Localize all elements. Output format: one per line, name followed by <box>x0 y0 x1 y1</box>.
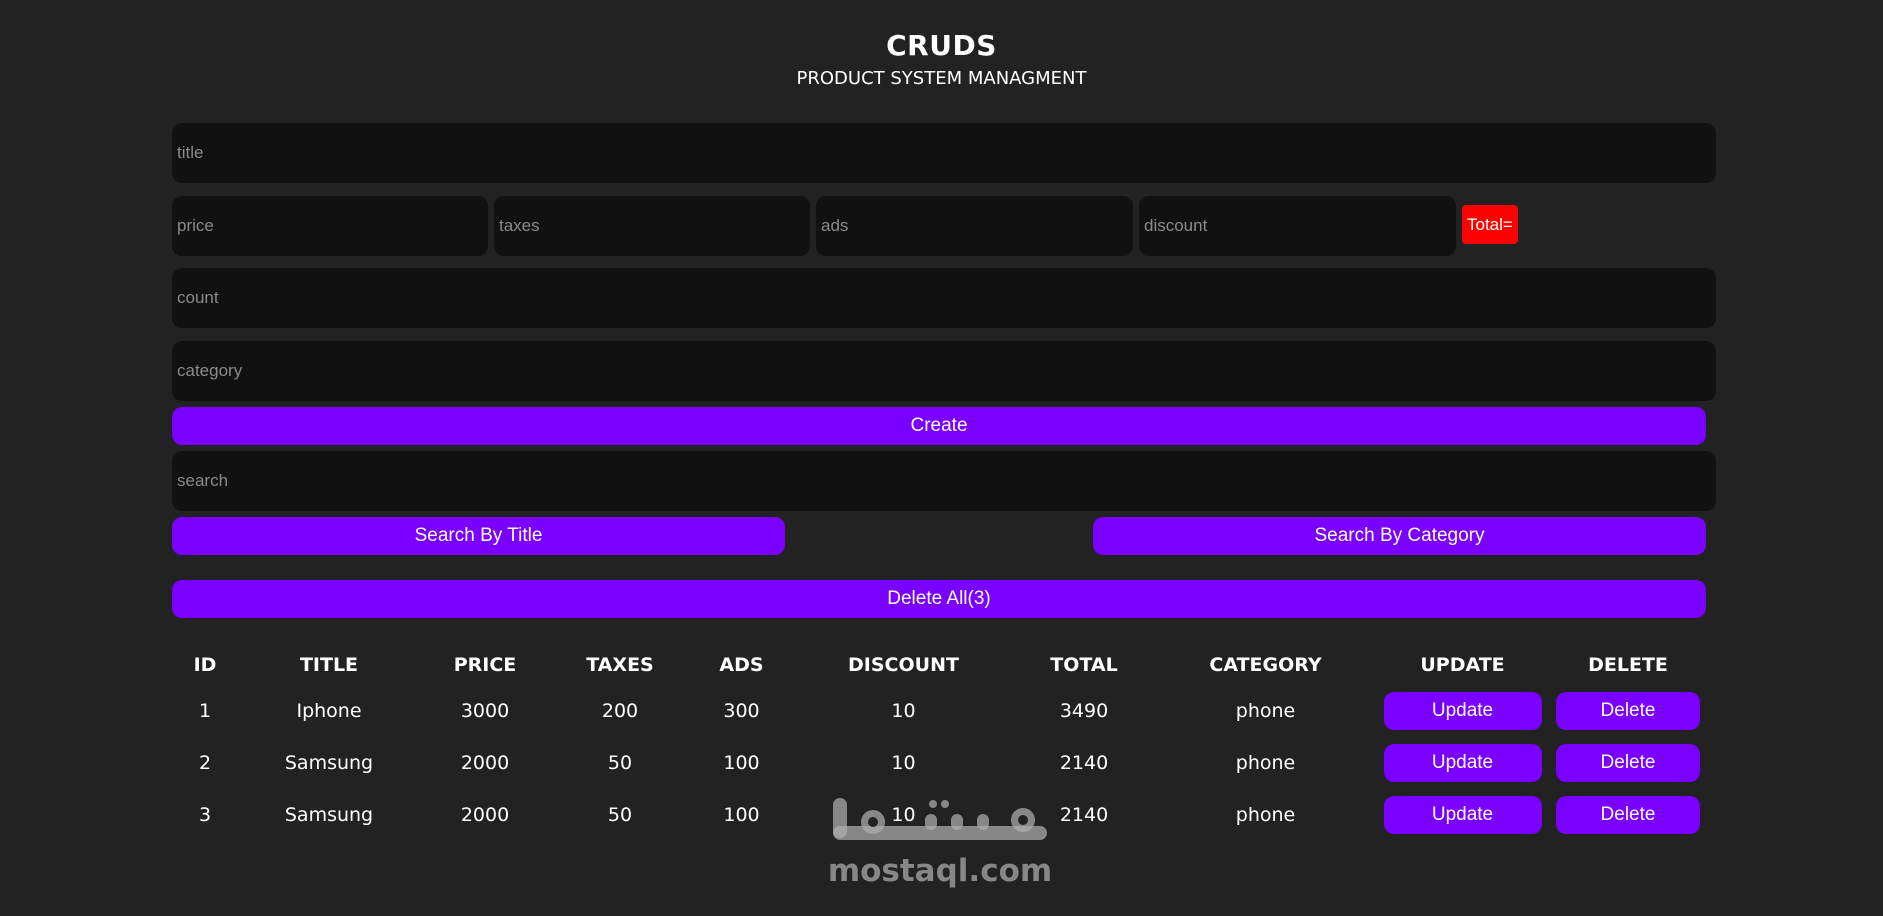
total-badge: Total= <box>1462 205 1518 244</box>
search-by-category-button[interactable]: Search By Category <box>1093 517 1706 555</box>
products-table: ID TITLE PRICE TAXES ADS DISCOUNT TOTAL … <box>172 645 1708 841</box>
cell-delete: Delete <box>1548 737 1708 789</box>
cell-delete: Delete <box>1548 789 1708 841</box>
create-button[interactable]: Create <box>172 407 1706 445</box>
header-delete: DELETE <box>1588 654 1668 676</box>
update-button[interactable]: Update <box>1383 692 1542 730</box>
cell-taxes: 200 <box>601 700 639 722</box>
header-taxes: TAXES <box>586 654 654 676</box>
cell-discount: 10 <box>891 804 916 826</box>
cell-category: phone <box>1235 700 1296 722</box>
header-price: PRICE <box>453 654 517 676</box>
ads-input[interactable] <box>816 196 1133 256</box>
app-subtitle: PRODUCT SYSTEM MANAGMENT <box>796 68 1087 89</box>
cell-price: 3000 <box>460 700 510 722</box>
page: CRUDS PRODUCT SYSTEM MANAGMENT Total= Cr… <box>0 0 1883 916</box>
cell-ads: 300 <box>723 700 760 722</box>
count-input[interactable] <box>172 268 1716 328</box>
cell-price: 2000 <box>460 752 510 774</box>
search-by-title-button[interactable]: Search By Title <box>172 517 785 555</box>
cell-title: Iphone <box>296 700 362 722</box>
header-ads: ADS <box>719 654 764 676</box>
update-button[interactable]: Update <box>1383 796 1542 834</box>
app-header: CRUDS PRODUCT SYSTEM MANAGMENT <box>0 28 1883 92</box>
cell-discount: 10 <box>891 752 916 774</box>
taxes-input[interactable] <box>494 196 810 256</box>
cell-update: Update <box>1377 789 1548 841</box>
header-discount: DISCOUNT <box>848 654 959 676</box>
table-row: 1 Iphone 3000 200 300 10 3490 phone Upda… <box>172 685 1708 737</box>
delete-button[interactable]: Delete <box>1556 796 1700 834</box>
cell-taxes: 50 <box>607 752 633 774</box>
cell-ads: 100 <box>723 804 760 826</box>
price-input[interactable] <box>172 196 488 256</box>
table-row: 3 Samsung 2000 50 100 10 2140 phone Upda… <box>172 789 1708 841</box>
cell-id: 3 <box>198 804 212 826</box>
cell-discount: 10 <box>891 700 916 722</box>
header-title: TITLE <box>299 654 359 676</box>
cell-title: Samsung <box>284 752 374 774</box>
delete-button[interactable]: Delete <box>1556 744 1700 782</box>
cell-total: 3490 <box>1059 700 1109 722</box>
cell-taxes: 50 <box>607 804 633 826</box>
discount-input[interactable] <box>1139 196 1456 256</box>
table-header-row: ID TITLE PRICE TAXES ADS DISCOUNT TOTAL … <box>172 645 1708 685</box>
header-total: TOTAL <box>1050 654 1118 676</box>
title-input[interactable] <box>172 123 1716 183</box>
delete-all-button[interactable]: Delete All(3) <box>172 580 1706 618</box>
app-title: CRUDS <box>886 29 997 62</box>
cell-update: Update <box>1377 737 1548 789</box>
table-row: 2 Samsung 2000 50 100 10 2140 phone Upda… <box>172 737 1708 789</box>
delete-button[interactable]: Delete <box>1556 692 1700 730</box>
cell-total: 2140 <box>1059 804 1109 826</box>
cell-delete: Delete <box>1548 685 1708 737</box>
header-update: UPDATE <box>1420 654 1505 676</box>
watermark-text: mostaql.com <box>827 853 1053 889</box>
cell-update: Update <box>1377 685 1548 737</box>
update-button[interactable]: Update <box>1383 744 1542 782</box>
header-id: ID <box>193 654 217 676</box>
cell-category: phone <box>1235 804 1296 826</box>
header-category: CATEGORY <box>1209 654 1322 676</box>
cell-id: 1 <box>198 700 212 722</box>
search-input[interactable] <box>172 451 1716 511</box>
cell-ads: 100 <box>723 752 760 774</box>
cell-title: Samsung <box>284 804 374 826</box>
cell-total: 2140 <box>1059 752 1109 774</box>
category-input[interactable] <box>172 341 1716 401</box>
cell-id: 2 <box>198 752 212 774</box>
cell-category: phone <box>1235 752 1296 774</box>
cell-price: 2000 <box>460 804 510 826</box>
